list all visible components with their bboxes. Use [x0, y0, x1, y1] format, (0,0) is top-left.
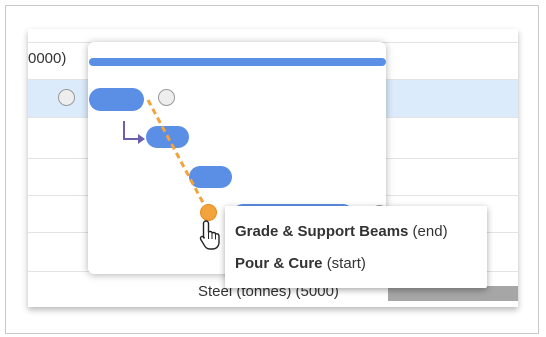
dependency-line	[146, 99, 210, 213]
elbow-arrow-head	[138, 134, 145, 144]
tooltip-from: Grade & Support Beams (end)	[235, 223, 448, 240]
tooltip-to-endpoint: (start)	[326, 255, 366, 272]
hand-pointer-icon	[199, 220, 220, 250]
elbow-arrow-icon	[123, 121, 140, 140]
tooltip-from-task: Grade & Support Beams	[235, 223, 409, 240]
dependency-tooltip: Grade & Support Beams (end) Pour & Cure …	[225, 206, 487, 288]
tooltip-to: Pour & Cure (start)	[235, 255, 366, 272]
tooltip-from-endpoint: (end)	[412, 223, 448, 240]
tooltip-to-task: Pour & Cure	[235, 255, 323, 272]
